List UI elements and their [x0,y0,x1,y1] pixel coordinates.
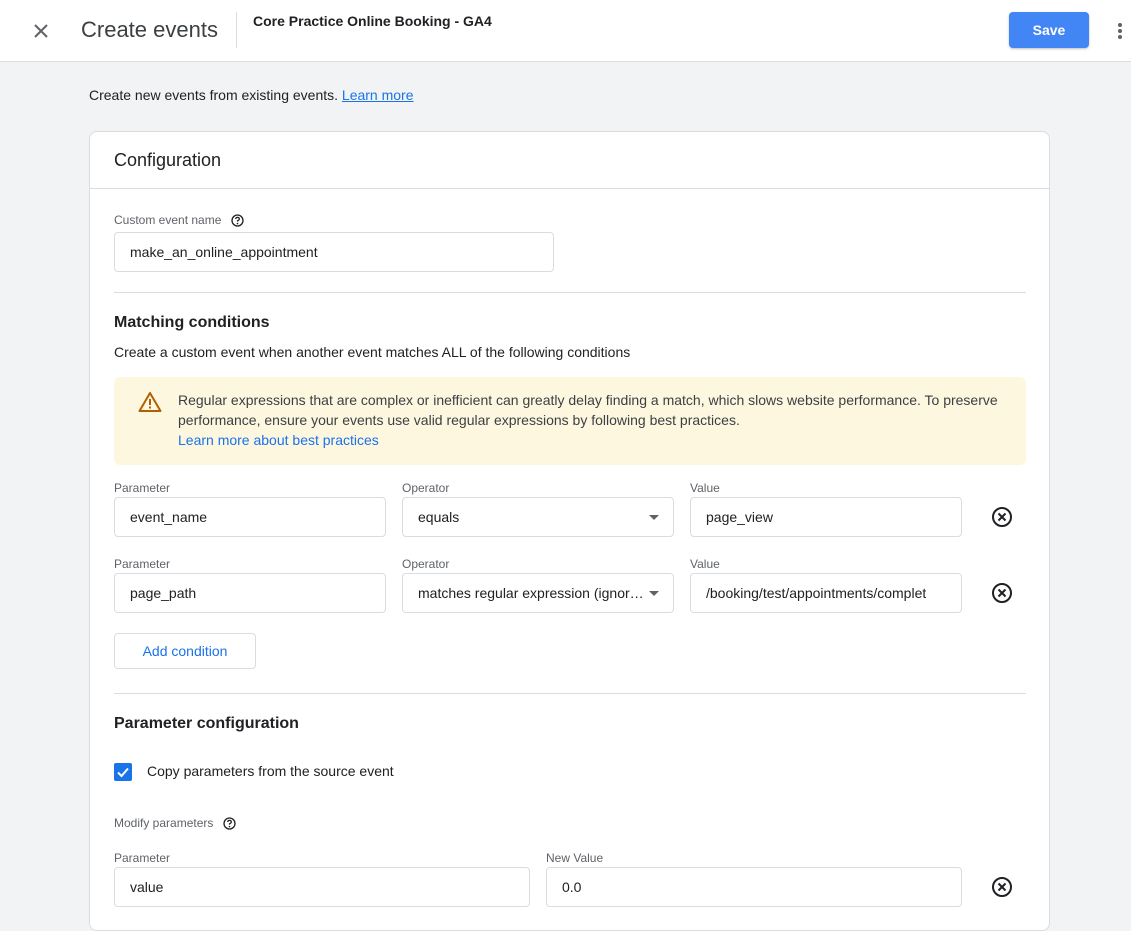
condition-operator-label: Operator [402,557,450,571]
page-title: Create events [81,17,218,42]
condition-parameter-value: page_path [130,585,197,601]
help-icon[interactable] [223,817,236,830]
new-value-label: New Value [546,851,604,865]
modify-parameters-label: Modify parameters [114,816,236,830]
section-divider [114,292,1026,293]
condition-value-text: page_view [706,509,773,525]
copy-parameters-checkbox[interactable] [114,763,132,781]
condition-operator-value: matches regular expression (ignore case) [418,585,646,601]
more-vert-icon [1118,23,1122,39]
help-icon[interactable] [231,214,244,227]
warning-text: Regular expressions that are complex or … [178,392,998,428]
header-divider [236,12,237,48]
new-value-text: 0.0 [562,879,582,895]
parameter-configuration-title: Parameter configuration [114,715,299,732]
modify-parameters-label-text: Modify parameters [114,816,214,830]
modify-parameter-value: value [130,879,164,895]
more-options-button[interactable] [1110,16,1130,46]
new-value-input[interactable]: 0.0 [546,867,962,907]
save-button[interactable]: Save [1009,12,1089,48]
regex-warning-banner: Regular expressions that are complex or … [114,377,1026,465]
condition-parameter-value: event_name [130,509,208,525]
custom-event-name-label-text: Custom event name [114,213,222,227]
custom-event-name-label: Custom event name [114,213,244,227]
modify-parameter-label: Parameter [114,851,171,865]
condition-operator-select[interactable]: equals [402,497,674,537]
best-practices-link[interactable]: Learn more about best practices [178,430,379,450]
condition-value-label: Value [690,481,720,495]
remove-circle-icon[interactable] [990,581,1014,605]
condition-parameter-label: Parameter [114,557,171,571]
matching-conditions-title: Matching conditions [114,314,270,331]
copy-parameters-label[interactable]: Copy parameters from the source event [147,763,394,779]
section-divider [114,693,1026,694]
matching-conditions-description: Create a custom event when another event… [114,344,631,360]
condition-value-text: /booking/test/appointments/complet [706,585,927,601]
condition-operator-select[interactable]: matches regular expression (ignore case) [402,573,674,613]
intro-text: Create new events from existing events. … [89,87,414,103]
warning-icon [138,392,162,412]
configuration-card: Configuration Custom event name make_an_… [89,131,1050,931]
chevron-down-icon [649,515,659,520]
check-icon [117,767,129,778]
add-condition-button[interactable]: Add condition [114,633,256,669]
custom-event-name-value: make_an_online_appointment [130,244,318,260]
remove-circle-icon[interactable] [990,875,1014,899]
card-title: Configuration [114,150,222,170]
close-button[interactable] [26,16,56,46]
close-icon [34,24,48,38]
condition-parameter-input[interactable]: event_name [114,497,386,537]
remove-circle-icon[interactable] [990,505,1014,529]
condition-operator-label: Operator [402,481,450,495]
learn-more-link[interactable]: Learn more [342,87,414,103]
modify-parameter-input[interactable]: value [114,867,530,907]
condition-operator-value: equals [418,509,460,525]
custom-event-name-input[interactable]: make_an_online_appointment [114,232,554,272]
condition-parameter-label: Parameter [114,481,171,495]
condition-value-label: Value [690,557,720,571]
condition-parameter-input[interactable]: page_path [114,573,386,613]
property-name: Core Practice Online Booking - GA4 [253,13,492,29]
card-header: Configuration [90,132,1049,189]
condition-value-input[interactable]: /booking/test/appointments/complet [690,573,962,613]
app-header: Create events Core Practice Online Booki… [0,0,1131,62]
intro-description: Create new events from existing events. [89,87,339,103]
chevron-down-icon [649,591,659,596]
condition-value-input[interactable]: page_view [690,497,962,537]
